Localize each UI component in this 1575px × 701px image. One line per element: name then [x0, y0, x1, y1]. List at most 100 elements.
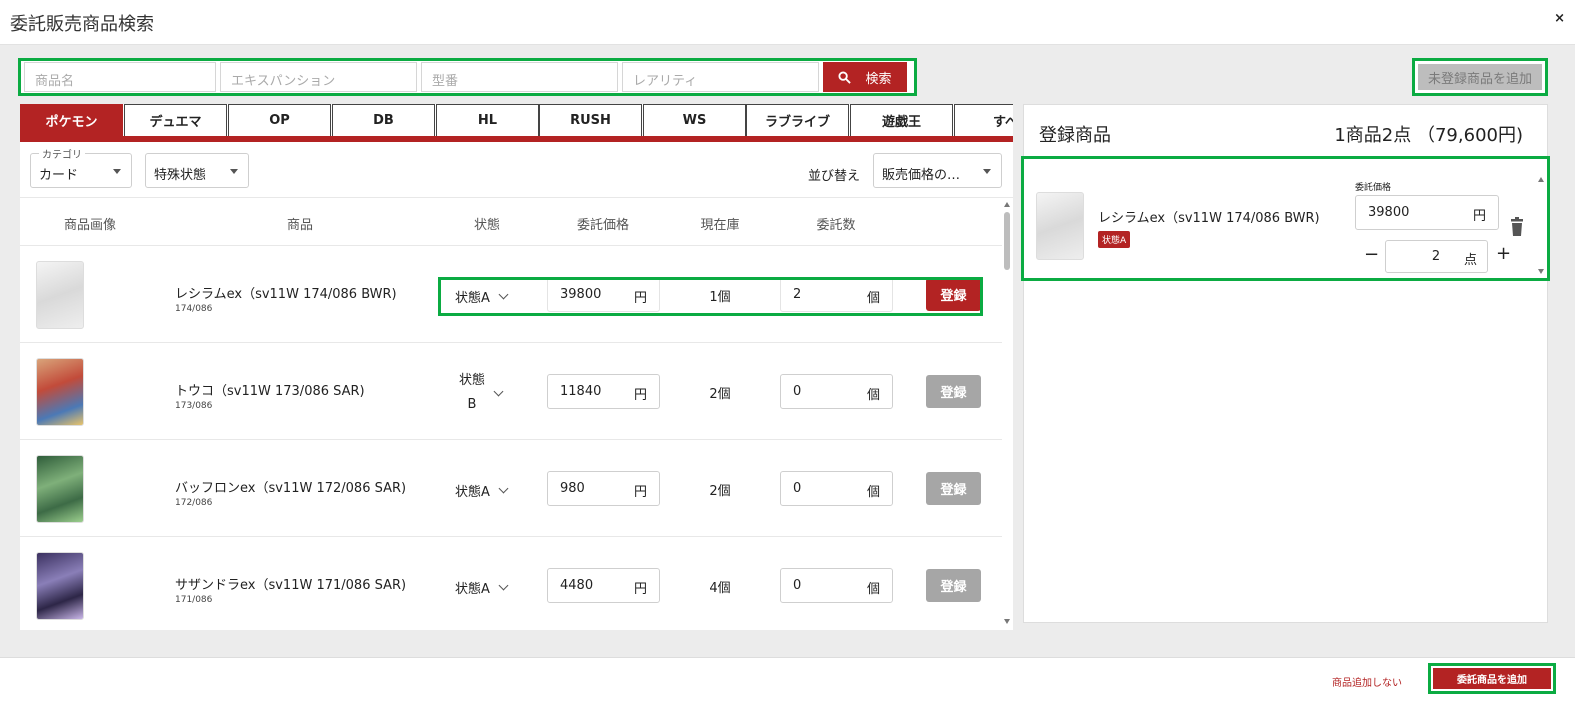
- chevron-down-icon: [230, 169, 238, 174]
- tab-all[interactable]: すべ: [954, 104, 1013, 136]
- condition-value: 状態A: [455, 291, 490, 306]
- header-consign-price: 委託価格: [576, 218, 630, 233]
- condition-select[interactable]: 状態B: [457, 369, 513, 417]
- search-icon: [838, 70, 852, 84]
- product-search-panel: ポケモン デュエマ OP DB HL RUSH WS ラブライブ 遊戯王 すべ …: [20, 104, 1013, 630]
- rarity-input[interactable]: レアリティ: [622, 62, 819, 92]
- quantity-unit: 個: [866, 485, 880, 500]
- product-name: バッフロンex（sv11W 172/086 SAR): [175, 481, 407, 496]
- category-select[interactable]: カテゴリ カード: [30, 146, 132, 188]
- price-input[interactable]: 980 円: [547, 471, 660, 506]
- quantity-value: 0: [793, 481, 802, 496]
- tab-duema[interactable]: デュエマ: [124, 104, 227, 136]
- condition-select[interactable]: 状態A: [455, 481, 509, 500]
- product-image: [36, 552, 84, 620]
- register-button[interactable]: 登録: [926, 472, 981, 505]
- price-value: 11840: [560, 384, 602, 399]
- scrollbar-thumb[interactable]: [1004, 212, 1010, 270]
- table-scrollbar[interactable]: [1002, 200, 1013, 630]
- registered-price-label: 委託価格: [1355, 183, 1392, 193]
- table-row: レシラムex（sv11W 174/086 BWR) 174/086 状態A 39…: [20, 246, 1002, 343]
- price-unit: 円: [633, 485, 647, 500]
- price-input[interactable]: 39800 円: [547, 277, 660, 312]
- sort-select[interactable]: 販売価格の…: [873, 153, 1002, 188]
- header-stock: 現在庫: [700, 218, 740, 233]
- scroll-down-icon[interactable]: [1538, 269, 1544, 274]
- condition-value: 状態B: [458, 373, 485, 412]
- tab-ws[interactable]: WS: [643, 104, 746, 136]
- product-name: レシラムex（sv11W 174/086 BWR): [175, 287, 397, 302]
- condition-select[interactable]: 状態A: [455, 287, 509, 306]
- quantity-input[interactable]: 2 個: [780, 277, 893, 312]
- add-consignment-wrapper: 委託商品を追加: [1428, 663, 1556, 694]
- sort-label: 並び替え: [808, 169, 861, 184]
- scroll-up-icon[interactable]: [1004, 202, 1010, 207]
- add-unregistered-button[interactable]: 未登録商品を追加: [1418, 64, 1542, 90]
- minus-icon[interactable]: −: [1364, 244, 1379, 265]
- expansion-input[interactable]: エキスパンション: [220, 62, 417, 92]
- scroll-down-icon[interactable]: [1004, 619, 1010, 624]
- product-name: サザンドラex（sv11W 171/086 SAR): [175, 578, 407, 593]
- quantity-value: 0: [793, 384, 802, 399]
- scroll-up-icon[interactable]: [1538, 177, 1544, 182]
- tab-hl[interactable]: HL: [436, 104, 539, 136]
- price-input[interactable]: 4480 円: [547, 568, 660, 603]
- quantity-input[interactable]: 0 個: [780, 374, 893, 409]
- product-image: [1036, 192, 1084, 260]
- quantity-unit: 個: [866, 388, 880, 403]
- tab-pokemon[interactable]: ポケモン: [20, 104, 123, 136]
- plus-icon[interactable]: +: [1496, 243, 1511, 264]
- table-row: サザンドラex（sv11W 171/086 SAR) 171/086 状態A 4…: [20, 537, 1002, 630]
- quantity-unit: 個: [866, 291, 880, 306]
- quantity-value: 2: [793, 287, 802, 302]
- price-value: 4480: [560, 578, 594, 593]
- table-header: 商品画像 商品 状態 委託価格 現在庫 委託数: [20, 204, 1002, 246]
- special-state-select[interactable]: 特殊状態: [145, 153, 249, 188]
- registered-item: レシラムex（sv11W 174/086 BWR) 状態A 委託価格 39800…: [1021, 156, 1550, 281]
- search-bar: 商品名 エキスパンション 型番 レアリティ 検索: [18, 58, 917, 96]
- price-input[interactable]: 11840 円: [547, 374, 660, 409]
- price-unit: 円: [633, 291, 647, 306]
- registered-price-input[interactable]: 39800 円: [1355, 195, 1499, 230]
- register-button[interactable]: 登録: [926, 375, 981, 408]
- tab-db[interactable]: DB: [332, 104, 435, 136]
- filter-bar: カテゴリ カード 特殊状態 並び替え 販売価格の…: [20, 142, 1013, 198]
- category-legend: カテゴリ: [39, 146, 85, 161]
- window-title: 委託販売商品検索: [10, 14, 154, 35]
- registered-qty-stepper[interactable]: 2 点: [1385, 240, 1488, 273]
- quantity-unit: 個: [866, 582, 880, 597]
- tab-rush[interactable]: RUSH: [539, 104, 642, 136]
- header-consign-qty: 委託数: [816, 218, 856, 233]
- quantity-input[interactable]: 0 個: [780, 471, 893, 506]
- close-icon[interactable]: ×: [1554, 11, 1565, 26]
- condition-select[interactable]: 状態A: [455, 578, 509, 597]
- register-button[interactable]: 登録: [926, 278, 981, 311]
- model-number-input[interactable]: 型番: [421, 62, 618, 92]
- condition-badge: 状態A: [1098, 231, 1131, 248]
- registered-item-name: レシラムex（sv11W 174/086 BWR): [1098, 211, 1320, 226]
- tab-lovelive[interactable]: ラブライブ: [746, 104, 849, 136]
- game-tabs: ポケモン デュエマ OP DB HL RUSH WS ラブライブ 遊戯王 すべ: [20, 104, 1013, 142]
- sort-value: 販売価格の…: [882, 168, 961, 183]
- header-product: 商品: [286, 218, 314, 233]
- add-unregistered-wrapper: 未登録商品を追加: [1412, 58, 1548, 96]
- product-image: [36, 455, 84, 523]
- product-number: 173/086: [175, 401, 213, 411]
- tab-yugioh[interactable]: 遊戯王: [850, 104, 953, 136]
- registered-summary: 1商品2点 （79,600円): [1334, 125, 1523, 146]
- quantity-input[interactable]: 0 個: [780, 568, 893, 603]
- no-add-link[interactable]: 商品追加しない: [1332, 674, 1402, 689]
- add-consignment-button[interactable]: 委託商品を追加: [1433, 668, 1551, 689]
- chevron-down-icon: [113, 169, 121, 174]
- search-button[interactable]: 検索: [823, 62, 907, 92]
- register-button[interactable]: 登録: [926, 569, 981, 602]
- trash-icon[interactable]: [1509, 217, 1525, 237]
- product-name-input[interactable]: 商品名: [24, 62, 216, 92]
- category-value: カード: [39, 168, 79, 183]
- price-value: 39800: [560, 287, 602, 302]
- search-button-label: 検索: [865, 71, 892, 87]
- chevron-down-icon: [498, 483, 509, 494]
- tab-op[interactable]: OP: [228, 104, 331, 136]
- header-image: 商品画像: [63, 218, 117, 233]
- special-state-value: 特殊状態: [154, 168, 207, 183]
